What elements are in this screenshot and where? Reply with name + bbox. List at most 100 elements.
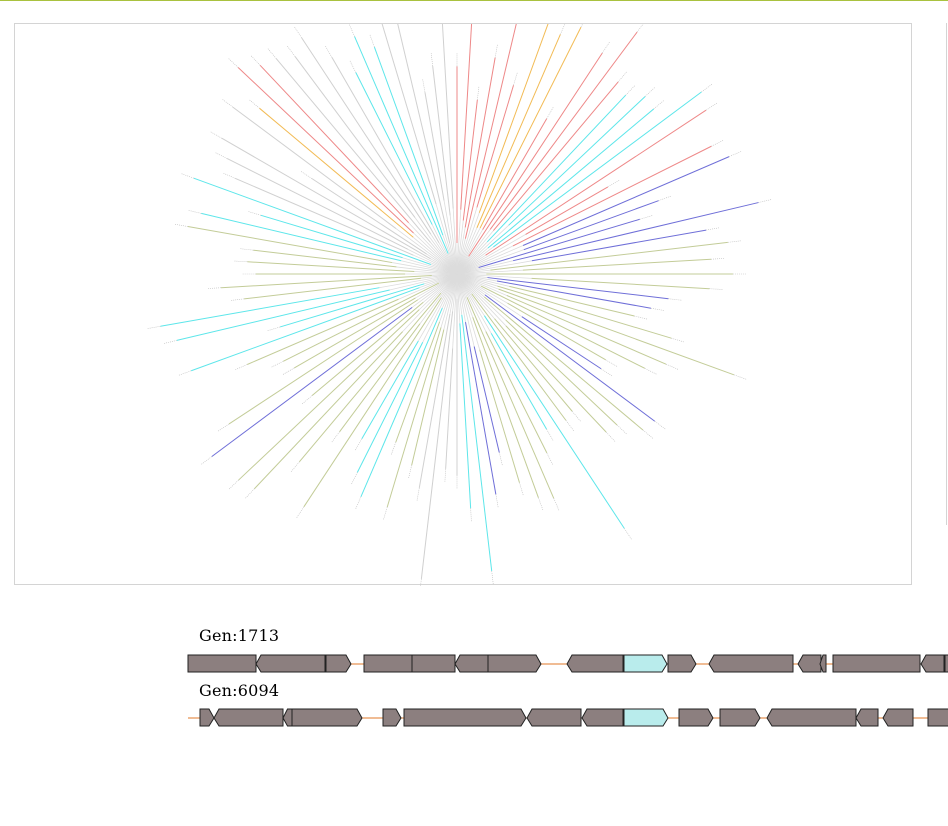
tree-leaf-branch[interactable]	[472, 317, 539, 498]
tree-leaf-branch[interactable]	[247, 298, 399, 365]
tree-leaf-branch[interactable]	[471, 293, 567, 421]
tree-leaf-branch[interactable]	[238, 309, 420, 481]
tree-leaf-branch[interactable]	[487, 108, 655, 249]
tree-leaf-branch[interactable]	[531, 277, 710, 290]
tree-leaf-branch[interactable]	[311, 301, 424, 396]
tree-leaf-branch[interactable]	[176, 289, 390, 341]
tree-leaf-branch[interactable]	[480, 285, 646, 369]
tree-leaf-branch[interactable]	[301, 37, 432, 235]
gene-arrow[interactable]	[797, 654, 822, 673]
tree-leaf-branch[interactable]	[253, 249, 397, 268]
tree-leaf-label-mark	[247, 211, 262, 216]
tree-leaf-label-mark	[644, 86, 656, 97]
tree-leaf-label-mark	[711, 139, 725, 147]
gene-arrow[interactable]	[403, 708, 527, 727]
gene-arrow[interactable]	[581, 708, 624, 727]
gene-arrow[interactable]	[291, 708, 363, 727]
gene-arrow[interactable]	[325, 654, 352, 673]
tree-leaf-branch[interactable]	[275, 58, 431, 243]
tree-leaf-branch[interactable]	[187, 226, 393, 264]
tree-leaf-branch[interactable]	[525, 186, 609, 235]
tree-leaf-branch[interactable]	[531, 229, 707, 262]
gene-arrow[interactable]	[363, 654, 413, 673]
tree-leaf-branch[interactable]	[496, 280, 652, 309]
gene-arrow[interactable]	[382, 708, 402, 727]
gene-arrow[interactable]	[832, 654, 921, 673]
tree-leaf-branch[interactable]	[490, 241, 728, 271]
tree-leaf-branch[interactable]	[221, 137, 431, 260]
tree-leaf-branch[interactable]	[462, 99, 478, 221]
gene-arrow[interactable]	[187, 654, 257, 673]
tree-leaf-branch[interactable]	[464, 322, 497, 495]
gene-arrow[interactable]	[454, 654, 489, 673]
tree-leaf-branch[interactable]	[512, 145, 712, 247]
gene-arrow[interactable]	[678, 708, 714, 727]
gene-arrow[interactable]	[526, 708, 582, 727]
tree-leaf-branch[interactable]	[522, 258, 712, 271]
gene-arrow[interactable]	[920, 654, 945, 673]
gene-arrow[interactable]	[487, 654, 542, 673]
radial-tree-svg[interactable]	[15, 24, 913, 586]
tree-leaf-branch[interactable]	[476, 34, 561, 229]
gene-arrow[interactable]	[766, 708, 857, 727]
tree-leaf-branch[interactable]	[479, 349, 520, 483]
gene-arrow[interactable]	[927, 708, 948, 727]
tree-leaf-label-mark	[727, 240, 742, 243]
tree-leaf-branch[interactable]	[339, 323, 421, 432]
tree-leaf-branch[interactable]	[508, 96, 646, 226]
tree-leaf-branch[interactable]	[373, 46, 444, 236]
gene-arrow[interactable]	[566, 654, 624, 673]
tree-leaf-branch[interactable]	[460, 24, 473, 210]
tree-leaf-branch[interactable]	[220, 274, 432, 289]
tree-leaf-branch[interactable]	[493, 81, 619, 231]
tree-leaf-label-mark	[266, 326, 281, 332]
tree-leaf-branch[interactable]	[420, 311, 454, 579]
tree-leaf-branch[interactable]	[294, 56, 416, 218]
tree-leaf-branch[interactable]	[464, 57, 496, 228]
gene-arrow[interactable]	[855, 708, 879, 727]
genome-track-1713[interactable]	[0, 652, 948, 676]
tree-leaf-branch[interactable]	[211, 306, 413, 457]
gene-arrow[interactable]	[282, 708, 293, 727]
gene-arrow[interactable]	[199, 708, 215, 727]
gene-arrow[interactable]	[719, 708, 761, 727]
tree-leaf-branch[interactable]	[311, 178, 427, 255]
tree-leaf-branch[interactable]	[476, 85, 514, 208]
tree-leaf-branch[interactable]	[331, 57, 440, 243]
tree-leaf-label-mark	[553, 498, 560, 512]
tree-leaf-branch[interactable]	[484, 294, 656, 422]
tree-leaf-branch[interactable]	[521, 316, 602, 370]
tree-leaf-branch[interactable]	[445, 348, 454, 469]
tree-leaf-branch[interactable]	[355, 72, 433, 225]
tree-leaf-branch[interactable]	[254, 331, 403, 490]
tree-leaf-branch[interactable]	[432, 65, 451, 216]
gene-arrow[interactable]	[411, 654, 456, 673]
gene-arrow[interactable]	[667, 654, 697, 673]
tree-leaf-label-mark	[348, 24, 355, 37]
tree-leaf-label-mark	[390, 442, 397, 456]
gene-arrow[interactable]	[255, 654, 326, 673]
tree-internal-branch	[408, 222, 458, 275]
tree-leaf-branch[interactable]	[228, 299, 419, 425]
gene-arrow[interactable]	[213, 708, 284, 727]
tree-leaf-branch[interactable]	[395, 24, 451, 244]
tree-leaf-branch[interactable]	[522, 156, 730, 246]
tree-leaf-branch[interactable]	[464, 24, 524, 239]
tree-leaf-branch[interactable]	[283, 282, 440, 362]
gene-arrow[interactable]	[708, 654, 794, 673]
tree-leaf-branch[interactable]	[411, 329, 445, 466]
tree-leaf-branch[interactable]	[356, 342, 424, 473]
target-gene-arrow[interactable]	[623, 708, 669, 727]
tree-leaf-branch[interactable]	[247, 261, 415, 273]
genome-track-6094[interactable]	[0, 706, 948, 730]
phylogenetic-tree-panel[interactable]	[14, 23, 913, 586]
target-gene-arrow[interactable]	[623, 654, 668, 673]
tree-leaf-branch[interactable]	[468, 52, 603, 257]
tree-leaf-branch[interactable]	[509, 285, 635, 317]
gene-arrow[interactable]	[882, 708, 914, 727]
tree-leaf-branch[interactable]	[513, 202, 759, 262]
tree-leaf-branch[interactable]	[424, 92, 445, 201]
tree-leaf-branch[interactable]	[494, 318, 573, 412]
tree-leaf-label-mark	[733, 374, 748, 380]
tree-leaf-branch[interactable]	[459, 323, 472, 509]
